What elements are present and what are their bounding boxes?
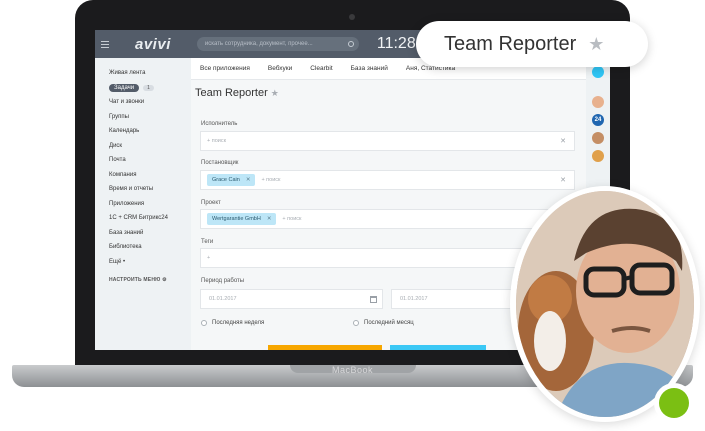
stage: MacBook avivi искать сотрудника, докумен… xyxy=(0,0,705,431)
left-menu-item-feed[interactable]: Живая лента xyxy=(95,66,191,81)
left-menu-item-groups[interactable]: Группы xyxy=(95,110,191,125)
left-menu-item-company[interactable]: Компания xyxy=(95,168,191,183)
project-label: Проект xyxy=(201,200,221,206)
app-logo[interactable]: avivi xyxy=(135,36,171,53)
callout-title: Team Reporter xyxy=(444,32,577,55)
left-menu-item-knowledge[interactable]: База знаний xyxy=(95,226,191,241)
radio-icon xyxy=(353,320,359,326)
radio-icon xyxy=(201,320,207,326)
executor-label: Исполнитель xyxy=(201,121,238,127)
tasks-count-badge: 1 xyxy=(143,84,154,91)
director-label: Постановщик xyxy=(201,160,239,166)
director-field[interactable]: Grace Cain ✕ + поиск ✕ xyxy=(200,170,575,190)
bitrix24-icon[interactable]: 24 xyxy=(592,114,604,126)
star-icon[interactable]: ★ xyxy=(271,88,279,98)
project-tag[interactable]: Wertgarantie GmbH ✕ xyxy=(207,213,277,225)
clear-icon[interactable]: ✕ xyxy=(560,137,566,145)
director-tag[interactable]: Grace Cain ✕ xyxy=(207,174,256,186)
left-menu-item-apps[interactable]: Приложения xyxy=(95,197,191,212)
star-icon[interactable]: ★ xyxy=(588,34,604,55)
left-menu-item-mail[interactable]: Почта xyxy=(95,153,191,168)
left-menu-item-calendar[interactable]: Календарь xyxy=(95,124,191,139)
left-menu-item-time[interactable]: Время и отчеты xyxy=(95,182,191,197)
calendar-icon[interactable] xyxy=(370,296,377,303)
date-from-input[interactable]: 01.01.2017 xyxy=(200,289,383,309)
gear-icon: ⚙ xyxy=(162,277,167,283)
search-placeholder: искать сотрудника, документ, прочее... xyxy=(204,41,313,47)
find-button[interactable] xyxy=(268,345,382,350)
left-menu-item-disk[interactable]: Диск xyxy=(95,139,191,154)
reset-button[interactable] xyxy=(390,345,486,350)
online-status-indicator xyxy=(654,383,694,423)
tab-webhooks[interactable]: Вебхуки xyxy=(259,65,301,72)
left-menu-item-library[interactable]: Библиотека xyxy=(95,240,191,255)
remove-tag-icon: ✕ xyxy=(245,177,251,183)
app-title-callout: Team Reporter ★ xyxy=(416,21,648,67)
menu-settings-link[interactable]: НАСТРОИТЬ МЕНЮ ⚙ xyxy=(95,277,191,283)
online-status-dot xyxy=(659,388,689,418)
search-icon[interactable] xyxy=(347,41,354,47)
project-field[interactable]: Wertgarantie GmbH✕ + поиск ✕ xyxy=(200,209,575,229)
left-menu-active-label: Задачи xyxy=(109,83,140,92)
left-menu-item-crm[interactable]: 1С + CRM Битрикс24 xyxy=(95,211,191,226)
tab-knowledge[interactable]: База знаний xyxy=(342,65,397,72)
period-label: Период работы xyxy=(201,278,245,284)
user-avatar[interactable] xyxy=(592,96,604,108)
remove-tag-icon: ✕ xyxy=(266,216,272,222)
tab-clearbit[interactable]: Clearbit xyxy=(301,65,341,72)
executor-field[interactable]: + поиск ✕ xyxy=(200,131,575,151)
left-menu-item-more[interactable]: Ещё • xyxy=(95,255,191,270)
left-menu-item-chat[interactable]: Чат и звонки xyxy=(95,95,191,110)
page-title: Team Reporter ★ xyxy=(195,87,279,99)
radio-last-week[interactable]: Последняя неделя xyxy=(201,320,264,326)
user-avatar[interactable] xyxy=(592,150,604,162)
search-input[interactable]: искать сотрудника, документ, прочее... xyxy=(196,37,359,51)
camera-icon xyxy=(349,14,355,20)
user-avatar[interactable] xyxy=(592,132,604,144)
left-menu: Живая лента Задачи 1 Чат и звонки Группы… xyxy=(95,58,191,350)
left-menu-item-tasks[interactable]: Задачи 1 xyxy=(95,81,191,96)
hamburger-icon[interactable] xyxy=(101,40,117,48)
user-avatar[interactable] xyxy=(592,66,604,78)
clock: 11:28 xyxy=(376,35,416,52)
tags-label: Теги xyxy=(201,239,214,245)
clear-icon[interactable]: ✕ xyxy=(560,176,566,184)
radio-last-month[interactable]: Последний месяц xyxy=(353,320,414,326)
tab-all-apps[interactable]: Все приложения xyxy=(191,65,259,72)
